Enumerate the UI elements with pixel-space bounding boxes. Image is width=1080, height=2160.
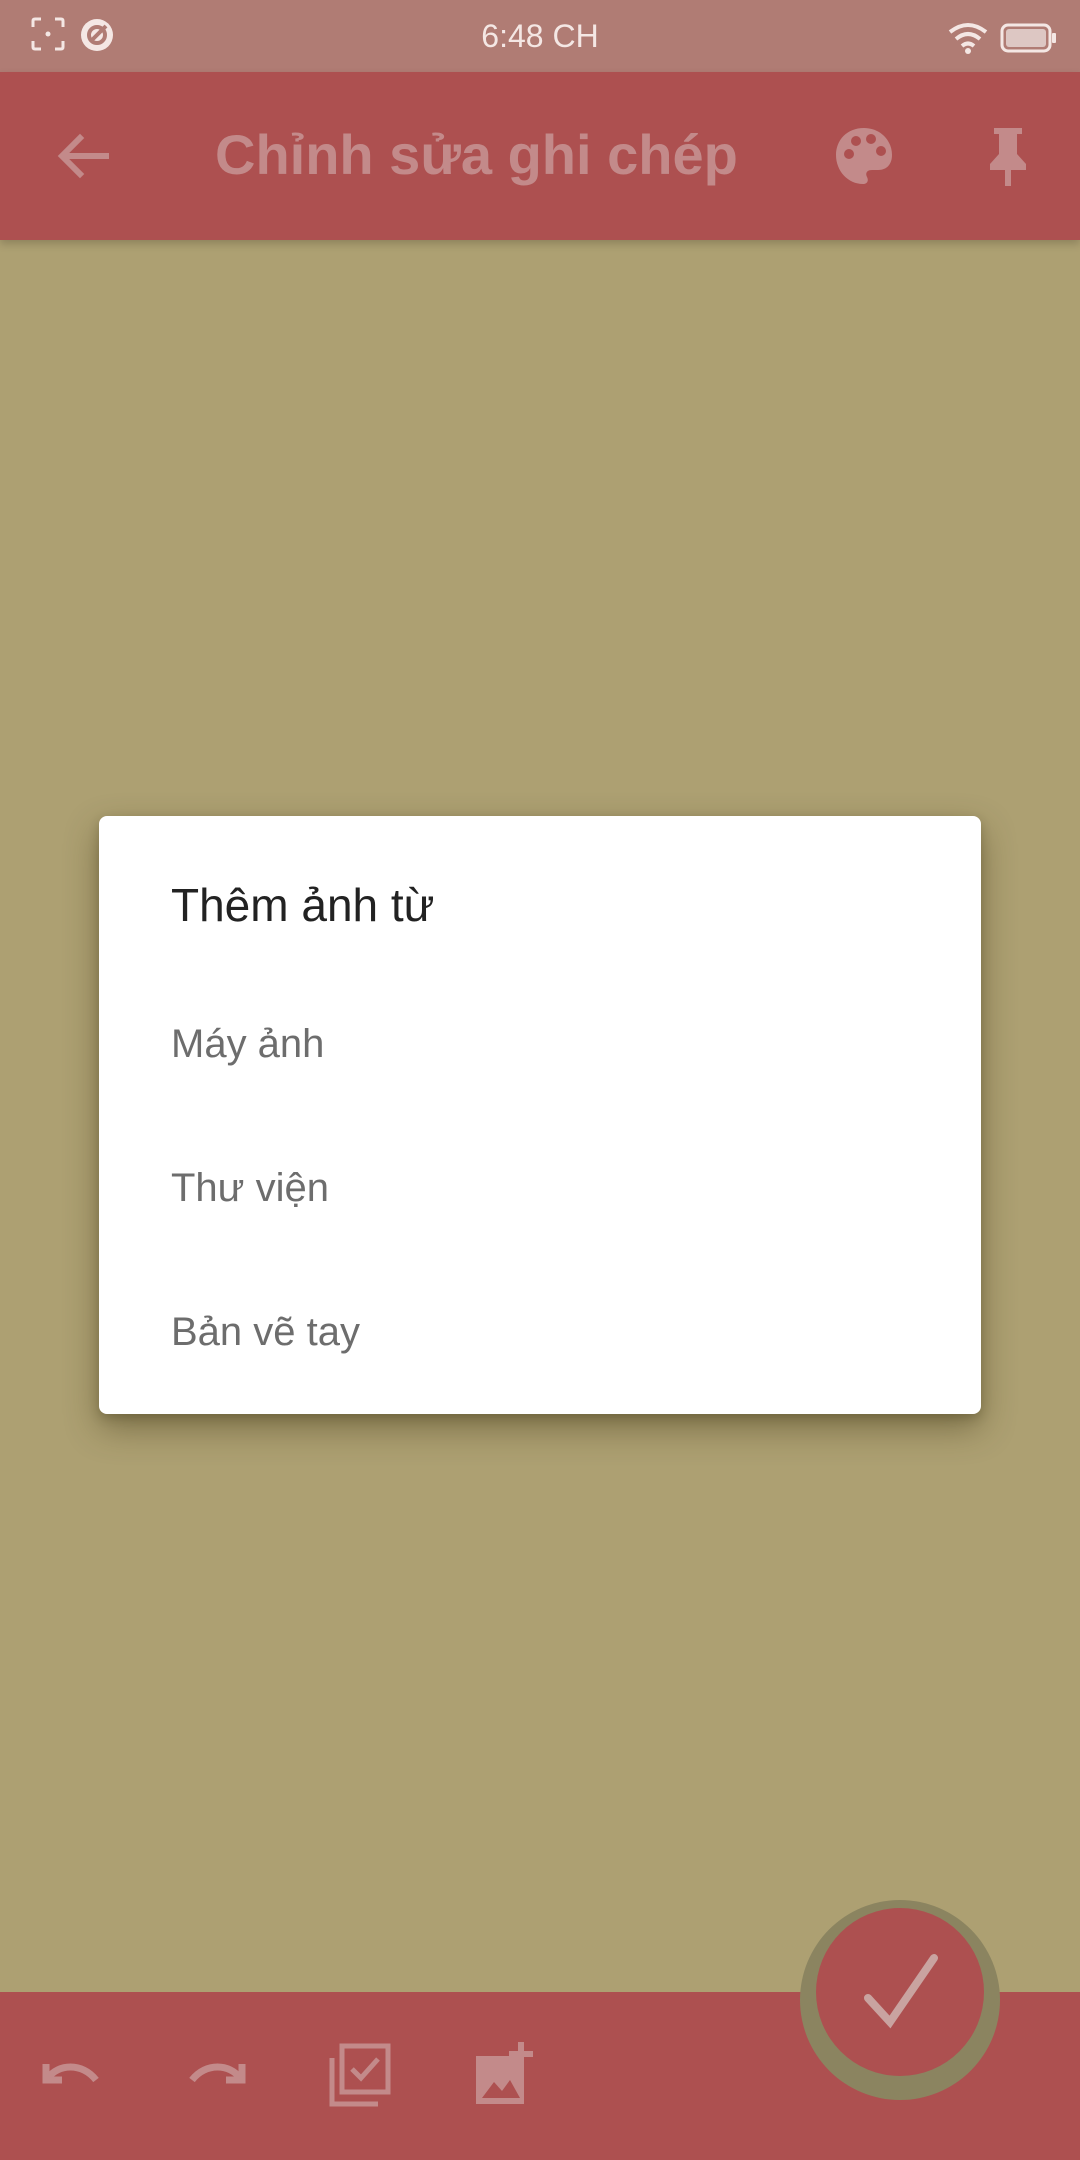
pin-icon[interactable] [976,124,1040,188]
save-fab-button[interactable] [816,1908,984,2076]
check-icon [864,1954,938,2029]
dialog-title: Thêm ảnh từ [171,879,435,931]
status-time: 6:48 CH [481,18,599,54]
add-image-dialog: Thêm ảnh từ Máy ảnh Thư viện Bản vẽ tay [99,816,981,1414]
page-title: Chỉnh sửa ghi chép [215,123,738,186]
battery-icon [1000,23,1056,53]
undo-icon[interactable] [36,2040,108,2112]
option-drawing[interactable]: Bản vẽ tay [99,1268,981,1398]
add-image-icon[interactable] [468,2040,540,2112]
option-camera-label: Máy ảnh [171,1022,325,1066]
option-camera[interactable]: Máy ảnh [99,980,981,1110]
wifi-icon [948,23,988,54]
palette-icon[interactable] [832,124,896,188]
checklist-icon[interactable] [324,2040,396,2112]
status-bar: 6:48 CH [0,0,1080,72]
redo-icon[interactable] [180,2040,252,2112]
app-bar: Chỉnh sửa ghi chép [0,72,1080,240]
option-gallery-label: Thư viện [171,1166,329,1210]
option-gallery[interactable]: Thư viện [99,1124,981,1254]
option-drawing-label: Bản vẽ tay [171,1310,361,1354]
arrow-back-icon[interactable] [52,124,116,188]
